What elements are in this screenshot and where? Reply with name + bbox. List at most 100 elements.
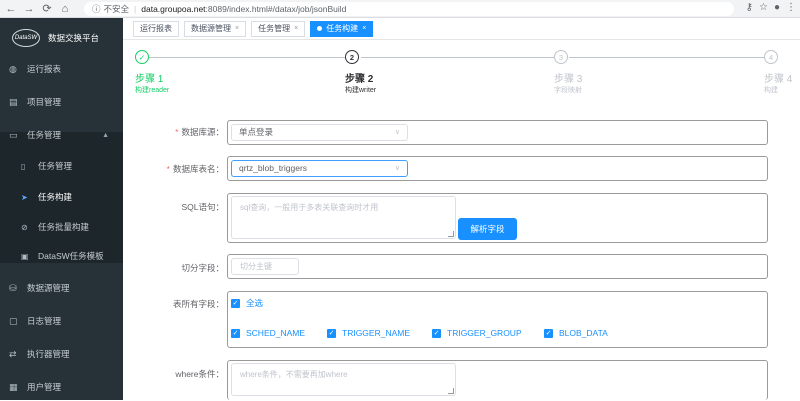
sub-item-label: DataSW任务模板 bbox=[38, 251, 104, 261]
split-placeholder: 切分主键 bbox=[240, 262, 272, 271]
step-desc: 构建 bbox=[764, 87, 778, 94]
executor-icon: ⇄ bbox=[9, 348, 17, 359]
chevron-down-icon: ∨ bbox=[394, 165, 400, 172]
select-all-checkbox[interactable]: ✓ 全选 bbox=[231, 297, 263, 309]
step-desc: 构建writer bbox=[345, 87, 377, 94]
table-select[interactable]: qrtz_blob_triggers ∨ bbox=[231, 160, 408, 177]
tab-label: 数据源管理 bbox=[191, 24, 231, 33]
menu-item-label: 数据源管理 bbox=[27, 283, 70, 293]
required-mark: * bbox=[175, 127, 179, 137]
url-host: data.groupoa.net bbox=[141, 4, 206, 14]
log-icon: ▢ bbox=[9, 315, 18, 326]
column-checkbox[interactable]: ✓ SCHED_NAME bbox=[231, 328, 305, 338]
close-icon[interactable]: × bbox=[362, 25, 366, 32]
datasource-field: 单点登录 ∨ bbox=[227, 120, 768, 145]
column-label: TRIGGER_NAME bbox=[342, 328, 411, 338]
star-icon[interactable]: ☆ bbox=[759, 2, 768, 13]
batch-icon: ⊘ bbox=[21, 222, 28, 232]
step-number: 4 bbox=[764, 50, 778, 64]
checkbox-checked-icon: ✓ bbox=[327, 328, 336, 338]
column-checkbox[interactable]: ✓ TRIGGER_GROUP bbox=[432, 328, 522, 338]
tab-tasks[interactable]: 任务管理 × bbox=[251, 20, 306, 37]
menu-item-label: 运行报表 bbox=[27, 64, 62, 74]
browser-toolbar: ← → ⟳ ⌂ ⓘ 不安全 | data.groupoa.net:8089/in… bbox=[0, 0, 800, 18]
menu-item-label: 任务管理 bbox=[27, 130, 62, 140]
table-field: qrtz_blob_triggers ∨ bbox=[227, 156, 768, 181]
checkbox-checked-icon: ✓ bbox=[231, 328, 240, 338]
column-checkbox[interactable]: ✓ TRIGGER_NAME bbox=[327, 328, 410, 338]
step-connector bbox=[361, 57, 555, 58]
account-icon[interactable]: ● bbox=[774, 2, 780, 13]
table-label: * 数据库表名： bbox=[160, 163, 224, 175]
chevron-down-icon: ∨ bbox=[394, 129, 400, 136]
step-number: 3 bbox=[554, 50, 568, 64]
table-value: qrtz_blob_triggers bbox=[239, 163, 308, 173]
resize-handle-icon[interactable] bbox=[448, 388, 454, 394]
forward-icon[interactable]: → bbox=[22, 2, 36, 16]
project-icon: ▤ bbox=[9, 96, 18, 107]
sub-item-batch-build[interactable]: ⊘ 任务批量构建 bbox=[0, 214, 123, 240]
file-icon: ▯ bbox=[21, 161, 26, 171]
datasource-label-text: 数据库源： bbox=[181, 127, 224, 137]
step-connector bbox=[569, 57, 765, 58]
parse-fields-button[interactable]: 解析字段 bbox=[458, 218, 517, 240]
menu-item-tasks[interactable]: ▭ 任务管理 ▲ bbox=[0, 121, 123, 149]
where-textarea[interactable]: where条件，不需要再加where bbox=[231, 363, 456, 396]
checkbox-checked-icon: ✓ bbox=[544, 328, 553, 338]
fields-box bbox=[227, 291, 768, 348]
close-icon[interactable]: × bbox=[294, 25, 298, 32]
menu-item-executors[interactable]: ⇄ 执行器管理 bbox=[0, 340, 123, 368]
select-all-label: 全选 bbox=[246, 298, 264, 308]
sub-item-label: 任务构建 bbox=[38, 192, 73, 202]
tags-view: 运行报表 数据源管理 × 任务管理 × 任务构建 × bbox=[123, 18, 800, 40]
sql-textarea[interactable]: sql查询，一般用于多表关联查询时才用 bbox=[231, 196, 456, 239]
checkbox-checked-icon: ✓ bbox=[432, 328, 441, 338]
back-icon[interactable]: ← bbox=[4, 2, 18, 16]
sub-item-task-build[interactable]: ➤ 任务构建 bbox=[0, 184, 123, 210]
split-label: 切分字段： bbox=[181, 263, 224, 273]
key-icon[interactable]: ⚷ bbox=[746, 2, 753, 13]
close-icon[interactable]: × bbox=[235, 25, 239, 32]
user-icon: ▦ bbox=[9, 381, 18, 392]
required-mark: * bbox=[166, 164, 170, 174]
steps: ✓ 步骤 1 构建reader 2 步骤 2 构建writer 3 步骤 3 字… bbox=[123, 40, 800, 100]
reload-icon[interactable]: ⟳ bbox=[40, 2, 54, 16]
sub-item-task-manage[interactable]: ▯ 任务管理 bbox=[0, 153, 123, 179]
tab-task-build[interactable]: 任务构建 × bbox=[310, 20, 374, 37]
datasource-select[interactable]: 单点登录 ∨ bbox=[231, 124, 408, 141]
url-path: :8089/index.html#/datax/job/jsonBuild bbox=[205, 4, 347, 14]
table-label-text: 数据库表名： bbox=[172, 164, 224, 174]
menu-item-label: 执行器管理 bbox=[27, 349, 70, 359]
menu-item-projects[interactable]: ▤ 项目管理 bbox=[0, 88, 123, 116]
step-title: 步骤 1 bbox=[135, 74, 164, 85]
menu-item-users[interactable]: ▦ 用户管理 bbox=[0, 373, 123, 401]
tab-datasource[interactable]: 数据源管理 × bbox=[184, 20, 247, 37]
sub-item-template[interactable]: ▣ DataSW任务模板 bbox=[0, 243, 123, 269]
active-dot-icon bbox=[317, 26, 323, 31]
menu-item-datasource[interactable]: ⛁ 数据源管理 bbox=[0, 274, 123, 302]
column-checkbox[interactable]: ✓ BLOB_DATA bbox=[544, 328, 608, 338]
address-bar[interactable]: ⓘ 不安全 | data.groupoa.net:8089/index.html… bbox=[84, 2, 734, 16]
fields-label: 表所有字段： bbox=[172, 299, 224, 309]
more-icon[interactable]: ⋮ bbox=[786, 2, 796, 13]
menu-item-reports[interactable]: ◍ 运行报表 bbox=[0, 55, 123, 83]
sub-item-label: 任务管理 bbox=[38, 161, 73, 171]
template-icon: ▣ bbox=[21, 251, 29, 261]
split-field: 切分主键 bbox=[227, 254, 768, 279]
tab-label: 任务构建 bbox=[326, 24, 359, 33]
tab-label: 任务管理 bbox=[258, 24, 291, 33]
logo: DataSW 数据交换平台 bbox=[0, 18, 123, 58]
where-placeholder: where条件，不需要再加where bbox=[240, 370, 348, 379]
home-icon[interactable]: ⌂ bbox=[58, 2, 72, 16]
sub-item-label: 任务批量构建 bbox=[38, 222, 90, 232]
split-input[interactable]: 切分主键 bbox=[231, 258, 299, 275]
sql-label: SQL语句： bbox=[181, 202, 224, 212]
check-icon: ✓ bbox=[135, 50, 149, 64]
menu-item-logs[interactable]: ▢ 日志管理 bbox=[0, 307, 123, 335]
tab-reports[interactable]: 运行报表 bbox=[133, 20, 179, 37]
chevron-up-icon: ▲ bbox=[102, 131, 109, 139]
column-label: TRIGGER_GROUP bbox=[447, 328, 522, 338]
resize-handle-icon[interactable] bbox=[448, 231, 454, 237]
menu-item-label: 用户管理 bbox=[27, 382, 62, 392]
insecure-label: 不安全 bbox=[103, 4, 130, 14]
